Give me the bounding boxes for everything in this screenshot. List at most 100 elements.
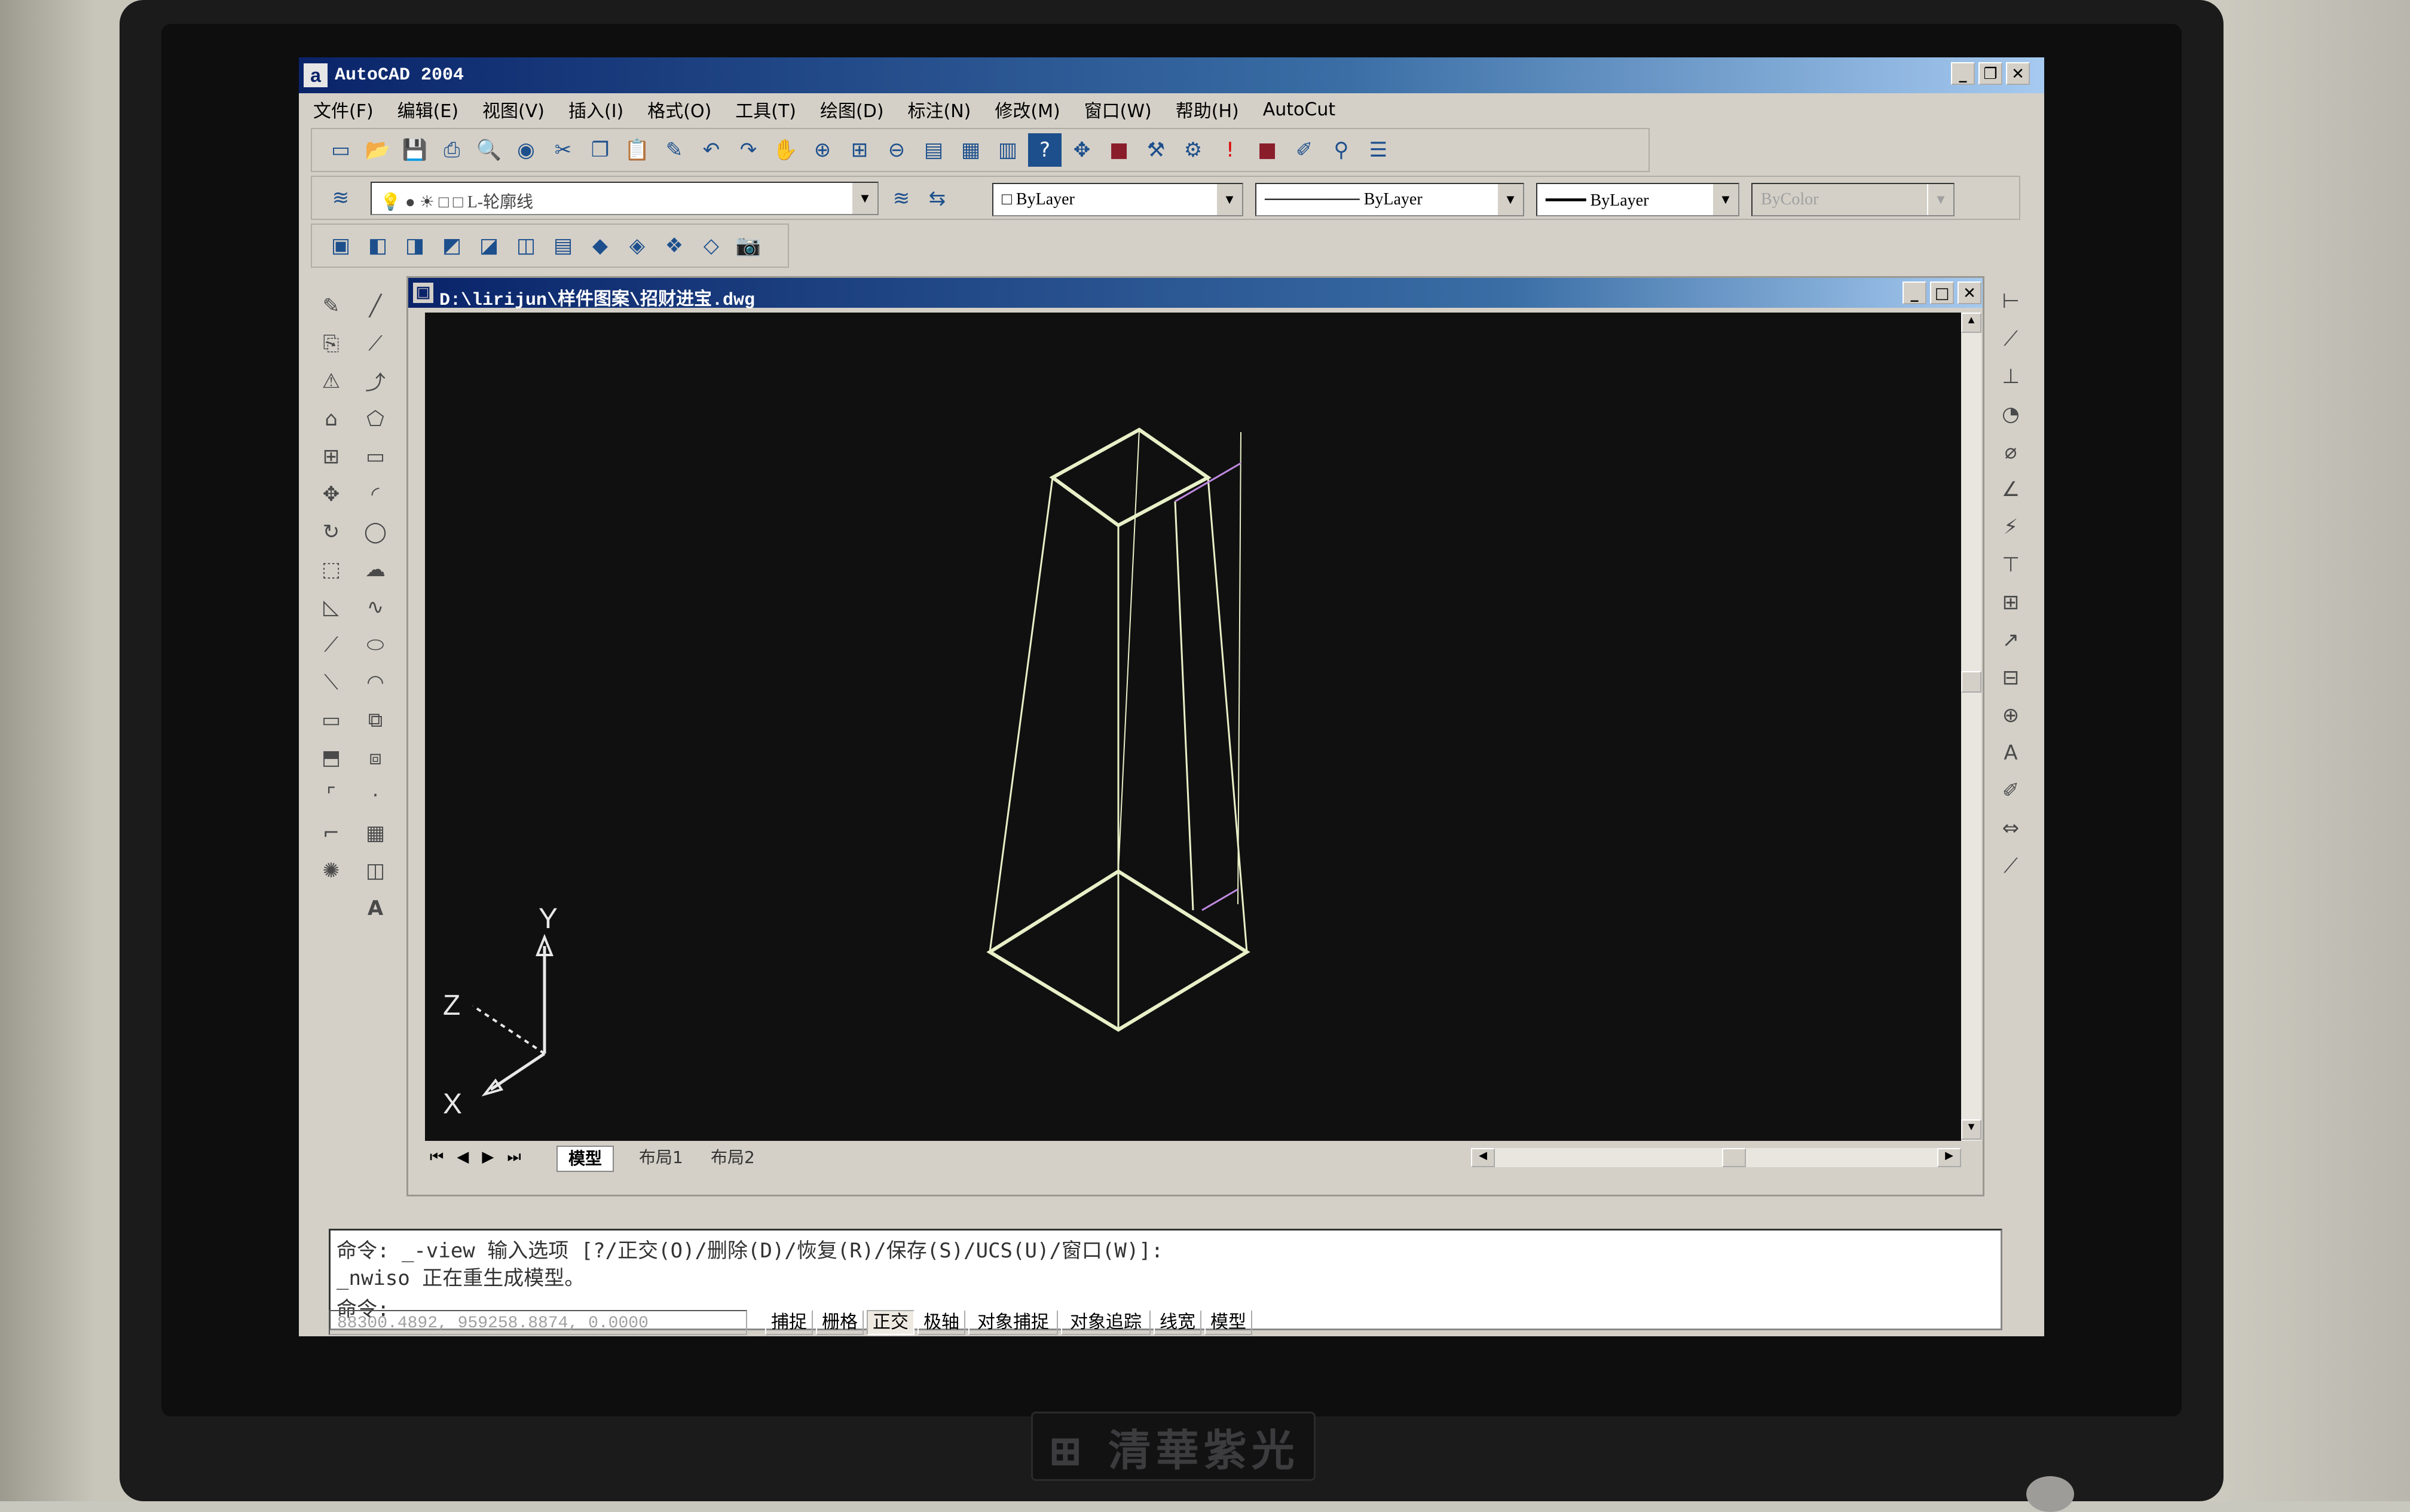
- diameter-dim-icon[interactable]: ⌀: [1994, 435, 2027, 468]
- ne-iso-icon[interactable]: ❖: [657, 229, 691, 262]
- vertical-scrollbar[interactable]: ▲ ▼: [1961, 313, 1981, 1141]
- link-icon[interactable]: ⚲: [1325, 133, 1358, 167]
- region-icon[interactable]: ◫: [359, 854, 392, 887]
- mirror-icon[interactable]: ⚠: [314, 365, 348, 397]
- dim-update-icon[interactable]: ⇔: [1994, 812, 2027, 844]
- move-icon[interactable]: ✥: [314, 478, 348, 510]
- make-block-icon[interactable]: ⧈: [359, 741, 392, 774]
- chevron-down-icon[interactable]: ▼: [1497, 184, 1523, 215]
- new-icon[interactable]: ▭: [324, 133, 357, 167]
- model-toggle[interactable]: 模型: [1204, 1310, 1252, 1335]
- minimize-button[interactable]: _: [1951, 62, 1975, 85]
- fillet-icon[interactable]: ⌐: [314, 816, 348, 849]
- rotate-icon[interactable]: ↻: [314, 515, 348, 548]
- zoom-realtime-icon[interactable]: ⊕: [806, 133, 839, 167]
- linetype-dropdown[interactable]: ──────── ByLayer ▼: [1255, 183, 1524, 216]
- doc-close-button[interactable]: ✕: [1958, 281, 1981, 304]
- arc-icon[interactable]: ◜: [359, 478, 392, 510]
- scale-icon[interactable]: ⬚: [314, 553, 348, 586]
- model-space-canvas[interactable]: Y Z X: [425, 313, 1965, 1141]
- osnap-toggle[interactable]: 对象捕捉: [968, 1310, 1058, 1335]
- properties-icon[interactable]: ▤: [917, 133, 950, 167]
- layer-manager-icon[interactable]: ≋: [324, 181, 357, 215]
- polyline-icon[interactable]: ⤴: [359, 365, 392, 397]
- bottom-view-icon[interactable]: ◨: [398, 229, 432, 262]
- nw-iso-icon[interactable]: ◇: [695, 229, 728, 262]
- linear-dim-icon[interactable]: ⊢: [1994, 284, 2027, 317]
- copy-icon[interactable]: ❐: [583, 133, 617, 167]
- tab-navigation-arrows-icon[interactable]: ⏮◀▶⏭: [430, 1148, 534, 1167]
- undo-icon[interactable]: ↶: [695, 133, 728, 167]
- stretch-icon[interactable]: ✥: [1065, 133, 1099, 167]
- matchprop-icon[interactable]: ✎: [657, 133, 691, 167]
- radius-dim-icon[interactable]: ◔: [1994, 397, 2027, 430]
- menu-format[interactable]: 格式(O): [647, 96, 711, 123]
- zoom-previous-icon[interactable]: ⊖: [880, 133, 913, 167]
- tab-layout2[interactable]: 布局2: [700, 1146, 766, 1170]
- break-point-icon[interactable]: ⬒: [314, 741, 348, 774]
- otrack-toggle[interactable]: 对象追踪: [1061, 1310, 1151, 1335]
- coordinate-readout[interactable]: 88300.4892, 959258.8874, 0.0000: [329, 1310, 747, 1335]
- offset-icon[interactable]: ⌂: [314, 402, 348, 435]
- trim-icon[interactable]: ⟋: [314, 628, 348, 661]
- save-icon[interactable]: 💾: [398, 133, 432, 167]
- close-button[interactable]: ✕: [2006, 62, 2030, 85]
- polar-toggle[interactable]: 极轴: [917, 1310, 965, 1335]
- chevron-down-icon[interactable]: ▼: [1216, 184, 1242, 215]
- menu-help[interactable]: 帮助(H): [1176, 96, 1239, 123]
- menu-tools[interactable]: 工具(T): [735, 96, 796, 123]
- spline-icon[interactable]: ∿: [359, 590, 392, 623]
- se-iso-icon[interactable]: ◈: [620, 229, 654, 262]
- ordinate-dim-icon[interactable]: ⊥: [1994, 360, 2027, 393]
- menu-window[interactable]: 窗口(W): [1084, 96, 1152, 123]
- publish-icon[interactable]: ◉: [509, 133, 543, 167]
- restore-button[interactable]: ❐: [1978, 62, 2002, 85]
- right-view-icon[interactable]: ◪: [472, 229, 506, 262]
- edit-icon[interactable]: ✐: [1287, 133, 1321, 167]
- open-icon[interactable]: 📂: [361, 133, 394, 167]
- tab-model[interactable]: 模型: [556, 1146, 614, 1172]
- dim-style-icon[interactable]: ⟋: [1994, 849, 2027, 882]
- menu-draw[interactable]: 绘图(D): [820, 96, 884, 123]
- menu-dimension[interactable]: 标注(N): [908, 96, 971, 123]
- menu-file[interactable]: 文件(F): [313, 96, 374, 123]
- hatch-icon[interactable]: ▦: [359, 816, 392, 849]
- circle-icon[interactable]: ◯: [359, 515, 392, 548]
- quick-dim-icon[interactable]: ⚡: [1994, 510, 2027, 543]
- snap-toggle[interactable]: 捕捉: [765, 1310, 813, 1335]
- menu-view[interactable]: 视图(V): [482, 96, 545, 123]
- camera-icon[interactable]: 📷: [732, 229, 765, 262]
- polygon-icon[interactable]: ⬠: [359, 402, 392, 435]
- tolerance-icon[interactable]: ⊟: [1994, 661, 2027, 694]
- doc-maximize-button[interactable]: □: [1930, 281, 1954, 304]
- print-icon[interactable]: ⎙: [435, 133, 469, 167]
- aligned-dim-icon[interactable]: ⟋: [1994, 322, 2027, 355]
- ellipse-arc-icon[interactable]: ◠: [359, 666, 392, 699]
- insert-block-icon[interactable]: ⧉: [359, 703, 392, 736]
- scroll-right-arrow-icon[interactable]: ▶: [1937, 1148, 1961, 1167]
- make-current-layer-icon[interactable]: ≋: [885, 182, 918, 215]
- dim-text-edit-icon[interactable]: ✐: [1994, 774, 2027, 807]
- scroll-up-arrow-icon[interactable]: ▲: [1961, 313, 1981, 333]
- preview-icon[interactable]: 🔍: [472, 133, 506, 167]
- angular-dim-icon[interactable]: ∠: [1994, 473, 2027, 506]
- left-view-icon[interactable]: ◩: [435, 229, 469, 262]
- redo-icon[interactable]: ↷: [732, 133, 765, 167]
- help-icon[interactable]: ?: [1028, 133, 1062, 167]
- scroll-left-arrow-icon[interactable]: ◀: [1471, 1148, 1495, 1167]
- stretch-obj-icon[interactable]: ◺: [314, 590, 348, 623]
- horizontal-scrollbar[interactable]: [1495, 1148, 1937, 1167]
- mtext-icon[interactable]: A: [359, 892, 392, 925]
- alert-icon[interactable]: !: [1213, 133, 1247, 167]
- dim-edit-icon[interactable]: A: [1994, 736, 2027, 769]
- scroll-down-arrow-icon[interactable]: ▼: [1961, 1119, 1981, 1140]
- break-icon[interactable]: ▭: [314, 703, 348, 736]
- doc-minimize-button[interactable]: _: [1903, 281, 1926, 304]
- top-view-icon[interactable]: ◧: [361, 229, 394, 262]
- stop-icon[interactable]: ■: [1250, 133, 1284, 167]
- array-icon[interactable]: ⊞: [314, 440, 348, 473]
- toolpalette-icon[interactable]: ▥: [991, 133, 1024, 167]
- explode-icon[interactable]: ✺: [314, 854, 348, 887]
- layers-stack-icon[interactable]: ☰: [1362, 133, 1395, 167]
- rectangle-icon[interactable]: ▭: [359, 440, 392, 473]
